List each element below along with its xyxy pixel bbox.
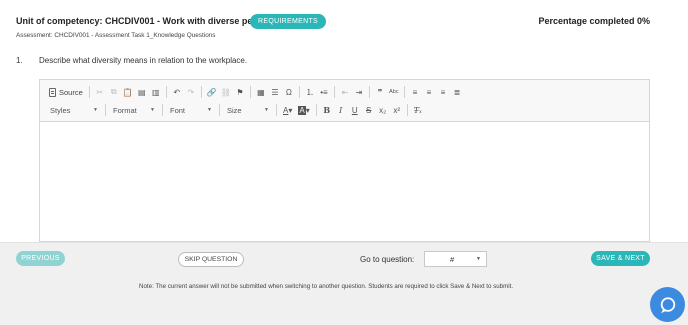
size-dropdown[interactable]: Size ▼ (223, 103, 273, 117)
question: 1. Describe what diversity means in relat… (16, 56, 247, 65)
goto-question-value: # (450, 255, 455, 264)
underline-icon[interactable]: U (348, 102, 362, 118)
styles-label: Styles (50, 105, 71, 115)
redo-icon[interactable]: ↷ (184, 84, 198, 100)
background-color-icon[interactable]: A ▾ (295, 102, 312, 118)
toolbar-separator (315, 104, 317, 116)
rich-text-editor: Source ✂ ⧉ 📋 ▤ ▥ ↶ ↷ 🔗 ⛓ ⚑ ▦ ☰ Ω ⒈ •≡ ⇤ … (39, 79, 650, 242)
align-justify-icon[interactable]: ≣ (450, 84, 464, 100)
chat-bubble-icon (660, 296, 675, 313)
special-char-icon[interactable]: Ω (282, 84, 296, 100)
bold-icon[interactable]: B (320, 102, 334, 118)
align-right-icon[interactable]: ≡ (436, 84, 450, 100)
strikethrough-icon[interactable]: S (362, 102, 376, 118)
skip-question-button[interactable]: SKIP QUESTION (178, 252, 244, 267)
text-color-icon[interactable]: A ▾ (280, 102, 295, 118)
numbered-list-icon[interactable]: ⒈ (303, 84, 317, 100)
link-icon[interactable]: 🔗 (205, 84, 219, 100)
goto-question-label: Go to question: (360, 255, 415, 264)
spellcheck-icon[interactable]: ᴬᵇᶜ (387, 84, 401, 100)
font-label: Font (170, 105, 186, 115)
indent-icon[interactable]: ⇥ (352, 84, 366, 100)
toolbar-separator (403, 86, 405, 98)
editor-toolbar: Source ✂ ⧉ 📋 ▤ ▥ ↶ ↷ 🔗 ⛓ ⚑ ▦ ☰ Ω ⒈ •≡ ⇤ … (40, 80, 649, 122)
paste-text-icon[interactable]: ▤ (135, 84, 149, 100)
unlink-icon[interactable]: ⛓ (219, 84, 233, 100)
toolbar-separator (88, 86, 90, 98)
toolbar-separator (162, 104, 163, 116)
toolbar-separator (105, 104, 106, 116)
source-label: Source (59, 87, 83, 97)
anchor-flag-icon[interactable]: ⚑ (233, 84, 247, 100)
requirements-button[interactable]: REQUIREMENTS (250, 14, 326, 29)
format-dropdown[interactable]: Format ▼ (109, 103, 159, 117)
page-header: Unit of competency: CHCDIV001 - Work wit… (16, 13, 650, 33)
goto-question-select[interactable]: # ▼ (424, 251, 487, 267)
chevron-down-icon: ▼ (264, 107, 269, 113)
toolbar-separator (333, 86, 335, 98)
toolbar-separator (368, 86, 370, 98)
toolbar-separator (219, 104, 220, 116)
toolbar-separator (406, 104, 408, 116)
blockquote-icon[interactable]: ❞ (373, 84, 387, 100)
chat-launcher-button[interactable] (650, 287, 685, 322)
question-number: 1. (16, 56, 23, 65)
bulleted-list-icon[interactable]: •≡ (317, 84, 331, 100)
toolbar-separator (298, 86, 300, 98)
source-button[interactable]: Source (46, 84, 86, 100)
toolbar-separator (165, 86, 167, 98)
copy-icon[interactable]: ⧉ (107, 84, 121, 100)
italic-icon[interactable]: I (334, 102, 348, 118)
cut-icon[interactable]: ✂ (93, 84, 107, 100)
unit-title: Unit of competency: CHCDIV001 - Work wit… (16, 16, 271, 26)
toolbar-row-2: Styles ▼ Format ▼ Font ▼ Size ▼ A ▾ A ▾ B I U … (46, 102, 425, 118)
chevron-down-icon: ▼ (93, 107, 98, 113)
subscript-icon[interactable]: x₂ (376, 102, 390, 118)
align-center-icon[interactable]: ≡ (422, 84, 436, 100)
horizontal-line-icon[interactable]: ☰ (268, 84, 282, 100)
size-label: Size (227, 105, 242, 115)
toolbar-row-1: Source ✂ ⧉ 📋 ▤ ▥ ↶ ↷ 🔗 ⛓ ⚑ ▦ ☰ Ω ⒈ •≡ ⇤ … (46, 84, 464, 100)
toolbar-separator (200, 86, 202, 98)
font-dropdown[interactable]: Font ▼ (166, 103, 216, 117)
percentage-completed: Percentage completed 0% (538, 16, 650, 26)
assessment-subtitle: Assessment: CHCDIV001 - Assessment Task … (16, 32, 216, 39)
superscript-icon[interactable]: x² (390, 102, 404, 118)
chevron-down-icon: ▼ (207, 107, 212, 113)
styles-dropdown[interactable]: Styles ▼ (46, 103, 102, 117)
toolbar-separator (249, 86, 251, 98)
save-next-button[interactable]: SAVE & NEXT (591, 251, 650, 266)
question-text: Describe what diversity means in relatio… (39, 56, 248, 65)
source-doc-icon (49, 87, 56, 97)
previous-button[interactable]: PREVIOUS (16, 251, 65, 266)
format-label: Format (113, 105, 137, 115)
toolbar-separator (276, 104, 277, 116)
outdent-icon[interactable]: ⇤ (338, 84, 352, 100)
table-icon[interactable]: ▦ (254, 84, 268, 100)
remove-format-icon[interactable]: T̶ₓ (411, 102, 425, 118)
paste-word-icon[interactable]: ▥ (149, 84, 163, 100)
paste-icon[interactable]: 📋 (121, 84, 135, 100)
align-left-icon[interactable]: ≡ (408, 84, 422, 100)
undo-icon[interactable]: ↶ (170, 84, 184, 100)
chevron-down-icon: ▼ (150, 107, 155, 113)
submission-note: Note: The current answer will not be sub… (139, 283, 514, 290)
editor-content-area[interactable] (40, 122, 649, 241)
chevron-down-icon: ▼ (476, 256, 481, 262)
